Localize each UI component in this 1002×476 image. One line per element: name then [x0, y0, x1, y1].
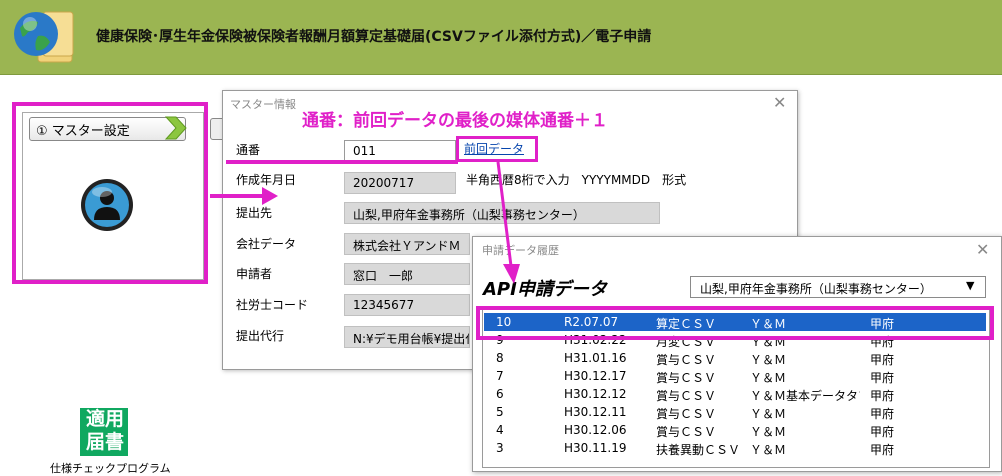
app-shortcut-caption: 仕様チェックプログラム [50, 462, 171, 475]
app-shortcut-icon-text: 適用 届書 [82, 408, 128, 454]
app-icon-line2: 届書 [85, 431, 124, 453]
app-icon-line1: 適用 [85, 408, 124, 430]
annotation-arrows [210, 161, 520, 284]
